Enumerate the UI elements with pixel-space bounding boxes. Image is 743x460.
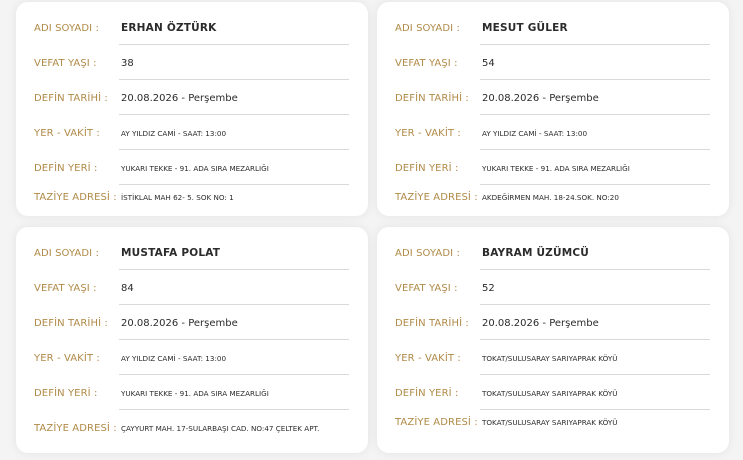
age-row: VEFAT YAŞI : 52 [395,271,710,305]
name-row: ADI SOYADI : BAYRAM ÜZÜMCÜ [395,236,710,270]
name-row: ADI SOYADI : MUSTAFA POLAT [34,236,349,270]
burial-place-label: DEFİN YERİ : [395,387,459,399]
age-label: VEFAT YAŞI : [34,57,97,69]
place-time-label: YER - VAKİT : [34,352,100,364]
name-value: MESUT GÜLER [482,22,568,34]
name-label: ADI SOYADI : [395,22,460,34]
obituary-card: ADI SOYADI : MUSTAFA POLAT VEFAT YAŞI : … [16,227,368,453]
burial-place-row: DEFİN YERİ : YUKARI TEKKE - 91. ADA SIRA… [34,376,349,410]
burial-date-row: DEFİN TARİHİ : 20.08.2026 - Perşembe [395,81,710,115]
age-label: VEFAT YAŞI : [395,57,458,69]
place-time-value: AY YILDIZ CAMİ - SAAT: 13:00 [121,353,227,363]
obituary-card: ADI SOYADI : BAYRAM ÜZÜMCÜ VEFAT YAŞI : … [377,227,729,453]
place-time-row: YER - VAKİT : AY YILDIZ CAMİ - SAAT: 13:… [395,116,710,150]
burial-date-label: DEFİN TARİHİ : [395,92,469,104]
burial-place-label: DEFİN YERİ : [395,162,459,174]
burial-date-value: 20.08.2026 - Perşembe [482,317,599,329]
age-row: VEFAT YAŞI : 54 [395,46,710,80]
name-label: ADI SOYADI : [395,247,460,259]
burial-place-value: YUKARI TEKKE - 91. ADA SIRA MEZARLIĞI [121,388,269,398]
age-label: VEFAT YAŞI : [395,282,458,294]
burial-place-value: TOKAT/SULUSARAY SARIYAPRAK KÖYÜ [482,388,618,398]
condolence-address-label: TAZİYE ADRESİ : [395,191,478,203]
condolence-address-row: TAZİYE ADRESİ : TOKAT/SULUSARAY SARIYAPR… [395,411,710,433]
burial-place-value: YUKARI TEKKE - 91. ADA SIRA MEZARLIĞI [482,163,630,173]
place-time-value: AY YILDIZ CAMİ - SAAT: 13:00 [121,128,227,138]
burial-date-value: 20.08.2026 - Perşembe [121,92,238,104]
burial-place-label: DEFİN YERİ : [34,387,98,399]
name-label: ADI SOYADI : [34,247,99,259]
age-row: VEFAT YAŞI : 38 [34,46,349,80]
burial-place-row: DEFİN YERİ : YUKARI TEKKE - 91. ADA SIRA… [34,151,349,185]
burial-date-value: 20.08.2026 - Perşembe [482,92,599,104]
condolence-address-label: TAZİYE ADRESİ : [34,422,117,434]
condolence-address-value: AKDEĞİRMEN MAH. 18-24.SOK. NO:20 [482,192,619,202]
burial-place-label: DEFİN YERİ : [34,162,98,174]
burial-place-row: DEFİN YERİ : TOKAT/SULUSARAY SARIYAPRAK … [395,376,710,410]
place-time-label: YER - VAKİT : [395,127,461,139]
condolence-address-label: TAZİYE ADRESİ : [395,416,478,428]
age-value: 84 [121,282,134,294]
condolence-address-label: TAZİYE ADRESİ : [34,191,117,203]
condolence-address-value: ÇAYYURT MAH. 17-SULARBAŞI CAD. NO:47 ÇEL… [121,423,320,433]
name-row: ADI SOYADI : MESUT GÜLER [395,11,710,45]
name-row: ADI SOYADI : ERHAN ÖZTÜRK [34,11,349,45]
obituary-card: ADI SOYADI : ERHAN ÖZTÜRK VEFAT YAŞI : 3… [16,2,368,216]
age-value: 38 [121,57,134,69]
place-time-label: YER - VAKİT : [395,352,461,364]
place-time-row: YER - VAKİT : AY YILDIZ CAMİ - SAAT: 13:… [34,341,349,375]
condolence-address-row: TAZİYE ADRESİ : İSTİKLAL MAH 62- 5. SOK … [34,186,349,208]
burial-date-label: DEFİN TARİHİ : [395,317,469,329]
condolence-address-row: TAZİYE ADRESİ : AKDEĞİRMEN MAH. 18-24.SO… [395,186,710,208]
place-time-value: AY YILDIZ CAMİ - SAAT: 13:00 [482,128,588,138]
burial-date-label: DEFİN TARİHİ : [34,92,108,104]
burial-date-value: 20.08.2026 - Perşembe [121,317,238,329]
age-value: 52 [482,282,495,294]
age-row: VEFAT YAŞI : 84 [34,271,349,305]
place-time-value: TOKAT/SULUSARAY SARIYAPRAK KÖYÜ [482,353,618,363]
name-label: ADI SOYADI : [34,22,99,34]
burial-date-row: DEFİN TARİHİ : 20.08.2026 - Perşembe [395,306,710,340]
place-time-row: YER - VAKİT : AY YILDIZ CAMİ - SAAT: 13:… [34,116,349,150]
burial-place-value: YUKARI TEKKE - 91. ADA SIRA MEZARLIĞI [121,163,269,173]
burial-place-row: DEFİN YERİ : YUKARI TEKKE - 91. ADA SIRA… [395,151,710,185]
place-time-row: YER - VAKİT : TOKAT/SULUSARAY SARIYAPRAK… [395,341,710,375]
condolence-address-value: TOKAT/SULUSARAY SARIYAPRAK KÖYÜ [482,417,618,427]
condolence-address-value: İSTİKLAL MAH 62- 5. SOK NO: 1 [121,192,234,202]
burial-date-row: DEFİN TARİHİ : 20.08.2026 - Perşembe [34,81,349,115]
burial-date-label: DEFİN TARİHİ : [34,317,108,329]
place-time-label: YER - VAKİT : [34,127,100,139]
age-label: VEFAT YAŞI : [34,282,97,294]
name-value: MUSTAFA POLAT [121,247,221,259]
condolence-address-row: TAZİYE ADRESİ : ÇAYYURT MAH. 17-SULARBAŞ… [34,411,349,445]
name-value: BAYRAM ÜZÜMCÜ [482,247,589,259]
age-value: 54 [482,57,495,69]
name-value: ERHAN ÖZTÜRK [121,22,217,34]
obituary-card: ADI SOYADI : MESUT GÜLER VEFAT YAŞI : 54… [377,2,729,216]
burial-date-row: DEFİN TARİHİ : 20.08.2026 - Perşembe [34,306,349,340]
